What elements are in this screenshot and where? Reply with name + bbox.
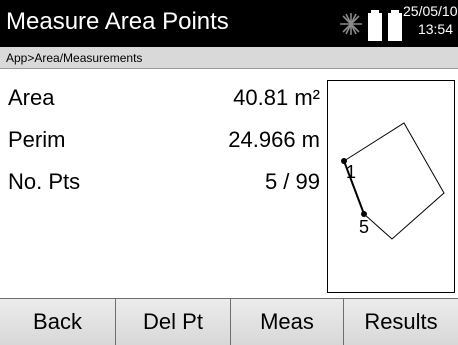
area-row: Area 40.81 m² — [0, 80, 326, 116]
points-row: No. Pts 5 / 99 — [0, 164, 326, 200]
results-button[interactable]: Results — [344, 299, 458, 345]
battery-icon — [368, 10, 402, 41]
status-icons — [340, 4, 410, 44]
area-sketch: 1 5 — [327, 80, 455, 293]
area-label: Area — [8, 85, 55, 110]
point-label-5: 5 — [359, 217, 369, 237]
point-label-1: 1 — [346, 162, 356, 182]
laser-icon — [340, 13, 362, 35]
perimeter-label: Perim — [8, 127, 66, 152]
points-label: No. Pts — [8, 169, 81, 194]
perimeter-row: Perim 24.966 m — [0, 122, 326, 158]
page-title: Measure Area Points — [6, 8, 229, 35]
delete-point-button[interactable]: Del Pt — [116, 299, 231, 345]
title-bar: Measure Area Points 25/05/10 13:54 — [0, 0, 458, 47]
back-button[interactable]: Back — [0, 299, 116, 345]
time-text: 13:54 — [417, 21, 453, 37]
date-time: 25/05/10 13:54 — [403, 2, 458, 38]
measure-button[interactable]: Meas — [231, 299, 344, 345]
area-value: 40.81 m² — [233, 85, 320, 110]
points-value: 5 / 99 — [264, 169, 320, 194]
breadcrumb: App>Area/Measurements — [0, 47, 458, 69]
date-text: 25/05/10 — [403, 3, 458, 19]
perimeter-value: 24.966 m — [228, 127, 320, 152]
softkey-bar: Back Del Pt Meas Results — [0, 298, 458, 345]
